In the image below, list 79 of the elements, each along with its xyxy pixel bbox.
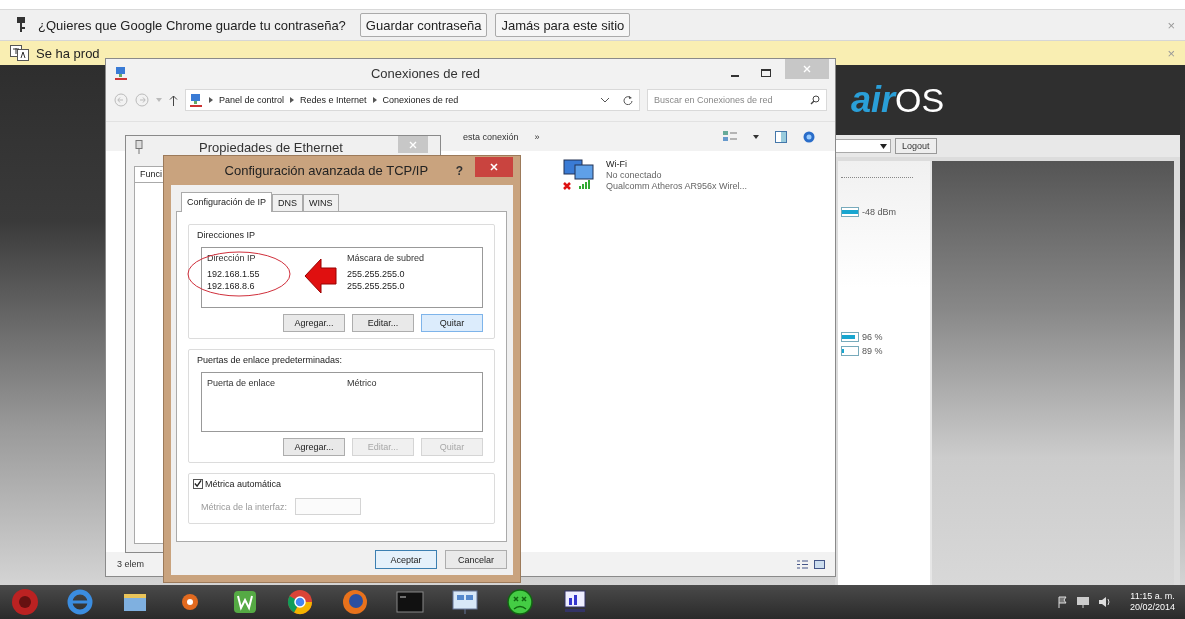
help-button[interactable]: ? (455, 163, 475, 178)
airos-logo: airOS (851, 82, 945, 118)
address-bar[interactable]: Panel de control Redes e Internet Conexiones de red (185, 89, 640, 111)
connection-name[interactable]: Wi-Fi (606, 159, 748, 170)
chevron-down-icon[interactable] (601, 97, 609, 103)
network-icon (114, 66, 128, 80)
dialog-button[interactable]: Cancelar (445, 550, 507, 569)
dialog-button[interactable]: Agregar... (283, 314, 345, 332)
chevron-icon (372, 97, 377, 103)
column-header[interactable]: Dirección IP (202, 252, 342, 264)
refresh-icon[interactable] (623, 95, 633, 105)
clock[interactable]: 11:15 a. m. 20/02/2014 (1129, 591, 1175, 613)
network-icon[interactable] (1075, 596, 1090, 608)
dialog-button[interactable]: Agregar... (283, 438, 345, 456)
arrow-annotation (304, 257, 338, 295)
toolbar-item[interactable]: esta conexión (463, 131, 519, 142)
chevron-icon (290, 97, 295, 103)
group-title: Puertas de enlace predeterminadas: (195, 355, 345, 365)
checkmark-icon (194, 479, 202, 488)
translate-icon (10, 45, 30, 61)
details-view-icon[interactable] (797, 559, 808, 569)
chevron-icon (209, 97, 213, 103)
signal-reading: 96 % (862, 332, 883, 342)
window-title: Configuración avanzada de TCP/IP (223, 163, 430, 178)
table-cell-text: 255.255.255.0 (346, 268, 406, 280)
view-options-icon[interactable] (723, 131, 737, 142)
key-icon (16, 17, 26, 33)
dialog-button[interactable]: Quitar (421, 314, 483, 332)
connection-status: No conectado (606, 170, 663, 181)
column-header[interactable]: Máscara de subred (342, 252, 482, 264)
infobar-button[interactable]: Guardar contraseña (359, 13, 488, 37)
column-header[interactable]: Métrico (342, 377, 482, 389)
close-icon (490, 163, 498, 171)
minimize-icon (731, 75, 739, 77)
tab[interactable]: DNS (272, 194, 304, 211)
dialog-button[interactable]: Editar... (352, 314, 414, 332)
flag-icon[interactable] (1057, 596, 1068, 608)
close-icon (409, 140, 417, 149)
column-header[interactable]: Puerta de enlace (202, 377, 342, 389)
toolbar-item[interactable]: » (534, 131, 540, 142)
infobar-button[interactable]: Jamás para este sitio (495, 13, 631, 37)
maximize-icon (761, 68, 771, 78)
help-icon[interactable] (803, 130, 815, 143)
signal-reading: 89 % (862, 346, 883, 356)
group-title: Direcciones IP (195, 230, 258, 240)
up-arrow-icon[interactable] (169, 94, 178, 106)
table-cell-text: 255.255.255.0 (346, 280, 406, 292)
tab[interactable]: Configuración de IP (181, 192, 273, 212)
dialog-button[interactable]: Aceptar (375, 550, 437, 569)
network-icon (189, 93, 203, 107)
smiley-icon[interactable] (505, 587, 535, 617)
tab[interactable]: WINS (303, 194, 339, 211)
caret-icon[interactable] (753, 134, 759, 139)
window-title: Conexiones de red (369, 65, 482, 81)
network-icon[interactable] (450, 587, 480, 617)
field-label: Métrica de la interfaz: (201, 501, 288, 512)
infobar-message: Se ha prod (36, 45, 100, 61)
table-cell-text: 192.168.8.6 (206, 280, 256, 292)
item-count: 3 elem (117, 559, 144, 569)
search-icon (810, 95, 820, 105)
dropdown[interactable] (835, 139, 891, 153)
logout-button[interactable]: Logout (895, 138, 937, 154)
search-field[interactable]: Buscar en Conexiones de red (647, 89, 827, 111)
close-button[interactable] (475, 157, 513, 177)
dotted-divider (841, 177, 913, 178)
window-title: Propiedades de Ethernet (198, 139, 344, 155)
caret-icon (880, 143, 887, 149)
close-icon (803, 65, 811, 73)
speaker-icon[interactable] (1097, 596, 1110, 608)
preview-pane-icon[interactable] (775, 130, 787, 143)
breadcrumb-item[interactable]: Conexiones de red (382, 95, 459, 105)
adapter-name: Qualcomm Atheros AR956x Wirel... (606, 181, 748, 192)
browser-icon[interactable] (285, 587, 315, 617)
table-cell-text: 192.168.1.55 (206, 268, 261, 280)
infobar-message: ¿Quieres que Google Chrome guarde tu contraseña? (38, 17, 346, 33)
breadcrumb-item[interactable]: Redes e Internet (300, 95, 367, 105)
signal-reading: -48 dBm (862, 207, 896, 217)
tiles-view-icon[interactable] (814, 559, 825, 569)
breadcrumb-item[interactable]: Panel de control (219, 95, 285, 105)
